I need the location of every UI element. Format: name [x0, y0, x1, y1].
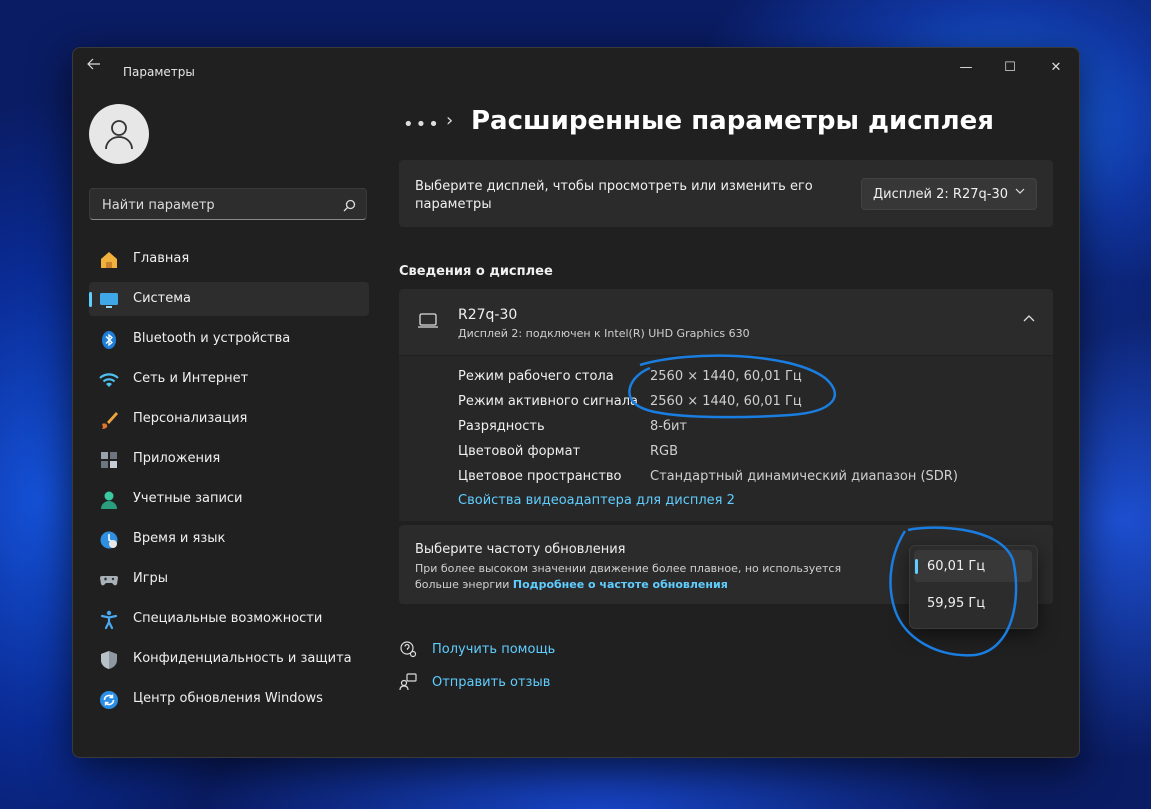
refresh-rate-more-link[interactable]: Подробнее о частоте обновления [513, 578, 728, 591]
info-key: Режим рабочего стола [458, 369, 614, 384]
title-bar: Параметры — ☐ ✕ [73, 48, 1079, 80]
sidebar-item-network[interactable]: Сеть и Интернет [89, 362, 369, 396]
sidebar-item-label: Время и язык [133, 531, 226, 546]
sidebar-item-label: Игры [133, 571, 169, 586]
info-key: Разрядность [458, 419, 545, 434]
sidebar-item-personalization[interactable]: Персонализация [89, 402, 369, 436]
info-key: Режим активного сигнала [458, 394, 638, 409]
home-icon [99, 250, 119, 270]
breadcrumb-more-button[interactable]: ••• [403, 114, 441, 135]
sidebar-item-label: Учетные записи [133, 491, 243, 506]
info-value: 8-бит [650, 419, 688, 434]
info-key: Цветовой формат [458, 444, 581, 459]
display-dropdown[interactable]: Дисплей 2: R27q-30 [861, 178, 1037, 210]
accessibility-icon [99, 610, 119, 630]
sidebar-item-label: Сеть и Интернет [133, 371, 249, 386]
feedback-icon [399, 673, 417, 691]
sidebar-item-label: Специальные возможности [133, 611, 323, 626]
gaming-icon [99, 570, 119, 590]
adapter-properties-link[interactable]: Свойства видеоадаптера для дисплея 2 [458, 493, 735, 508]
section-title: Сведения о дисплее [399, 264, 553, 279]
sidebar-item-accounts[interactable]: Учетные записи [89, 482, 369, 516]
display-info-header[interactable]: R27q-30 Дисплей 2: подключен к Intel(R) … [399, 289, 1053, 356]
display-dropdown-value: Дисплей 2: R27q-30 [873, 187, 1008, 202]
apps-icon [99, 450, 119, 470]
sidebar-item-label: Конфиденциальность и защита [133, 651, 352, 666]
refresh-rate-option-label: 60,01 Гц [927, 559, 986, 574]
get-help-label: Получить помощь [432, 642, 556, 657]
sidebar-nav: Главная Система Bluetooth и устройства С… [89, 242, 369, 722]
avatar[interactable] [89, 104, 149, 164]
sidebar-item-label: Приложения [133, 451, 221, 466]
help-icon [399, 640, 417, 658]
time-language-icon [99, 530, 119, 550]
back-arrow-icon[interactable] [87, 58, 107, 72]
bluetooth-icon [99, 330, 119, 350]
refresh-rate-option[interactable]: 59,95 Гц [914, 587, 1032, 619]
sidebar-item-label: Персонализация [133, 411, 248, 426]
brush-icon [99, 410, 119, 430]
display-select-label: Выберите дисплей, чтобы просмотреть или … [415, 179, 813, 212]
sidebar-item-apps[interactable]: Приложения [89, 442, 369, 476]
close-button[interactable]: ✕ [1033, 54, 1079, 82]
info-value: Стандартный динамический диапазон (SDR) [650, 469, 958, 484]
sidebar-item-gaming[interactable]: Игры [89, 562, 369, 596]
sidebar-item-label: Система [133, 291, 192, 306]
refresh-rate-dropdown-menu: 60,01 Гц 59,95 Гц [909, 545, 1038, 629]
sidebar-item-label: Главная [133, 251, 190, 266]
wifi-icon [99, 370, 119, 390]
minimize-button[interactable]: — [943, 54, 989, 82]
info-key: Цветовое пространство [458, 469, 622, 484]
shield-icon [99, 650, 119, 670]
display-info-body: Режим рабочего стола 2560 × 1440, 60,01 … [399, 356, 1053, 521]
info-value: 2560 × 1440, 60,01 Гц [650, 394, 802, 409]
refresh-rate-option-label: 59,95 Гц [927, 596, 986, 611]
accounts-icon [99, 490, 119, 510]
display-name: R27q-30 [458, 307, 518, 323]
chevron-down-icon [1015, 186, 1025, 199]
info-value: RGB [650, 444, 679, 459]
sidebar-item-privacy[interactable]: Конфиденциальность и защита [89, 642, 369, 676]
refresh-rate-option[interactable]: 60,01 Гц [914, 550, 1032, 582]
display-select-card: Выберите дисплей, чтобы просмотреть или … [399, 160, 1053, 227]
refresh-rate-subtitle: При более высоком значении движение боле… [415, 561, 885, 593]
search-icon[interactable] [343, 197, 356, 216]
settings-window: Параметры — ☐ ✕ Главная Система [72, 47, 1080, 758]
sidebar-item-system[interactable]: Система [89, 282, 369, 316]
page-title: Расширенные параметры дисплея [471, 106, 994, 136]
sidebar-item-label: Центр обновления Windows [133, 691, 323, 706]
system-icon [99, 290, 119, 310]
user-icon [105, 120, 133, 150]
app-title: Параметры [123, 65, 195, 79]
display-info-card: R27q-30 Дисплей 2: подключен к Intel(R) … [399, 289, 1053, 521]
info-value: 2560 × 1440, 60,01 Гц [650, 369, 802, 384]
laptop-icon [417, 313, 439, 333]
sidebar-item-windows-update[interactable]: Центр обновления Windows [89, 682, 369, 716]
search-box[interactable] [89, 188, 367, 220]
search-input[interactable] [100, 195, 334, 215]
sidebar-item-time-language[interactable]: Время и язык [89, 522, 369, 556]
sidebar-item-label: Bluetooth и устройства [133, 331, 291, 346]
sidebar-item-accessibility[interactable]: Специальные возможности [89, 602, 369, 636]
breadcrumb-chevron-icon: › [446, 110, 454, 131]
maximize-button[interactable]: ☐ [987, 54, 1033, 82]
send-feedback-label: Отправить отзыв [432, 675, 551, 690]
windows-update-icon [99, 690, 119, 710]
refresh-rate-title: Выберите частоту обновления [415, 542, 626, 557]
sidebar-item-home[interactable]: Главная [89, 242, 369, 276]
chevron-up-icon[interactable] [1023, 313, 1035, 327]
sidebar-item-bluetooth[interactable]: Bluetooth и устройства [89, 322, 369, 356]
display-description: Дисплей 2: подключен к Intel(R) UHD Grap… [458, 327, 750, 340]
